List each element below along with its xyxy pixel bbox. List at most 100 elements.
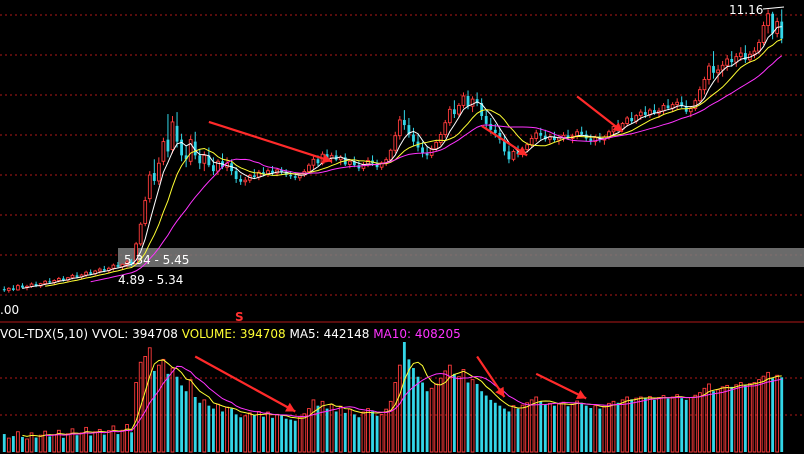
- volume-bar: [648, 395, 652, 453]
- volume-bar: [475, 383, 479, 452]
- candle-body: [156, 162, 161, 182]
- candle-body: [170, 121, 175, 150]
- volume-bar: [252, 414, 256, 452]
- volume-bar: [484, 395, 488, 452]
- candle-body: [21, 285, 24, 288]
- volume-bar: [757, 379, 761, 453]
- candle-body: [452, 109, 456, 115]
- candle-body: [89, 272, 93, 274]
- candle-body: [675, 101, 680, 106]
- kline-chart: [0, 6, 804, 453]
- candle-body: [534, 132, 539, 139]
- price-range-label: 4.89 - 5.34: [118, 273, 184, 287]
- candle-body: [507, 151, 511, 160]
- volume-bar: [297, 416, 302, 453]
- volume-bar: [666, 398, 670, 452]
- volume-bar: [207, 405, 211, 452]
- sell-signal-marker[interactable]: S: [235, 310, 244, 324]
- volume-bar: [334, 411, 338, 452]
- volume-bar: [452, 373, 456, 452]
- volume-bar: [66, 433, 70, 453]
- price-band: [118, 248, 804, 267]
- volume-bar: [38, 434, 43, 453]
- volume-bar: [730, 386, 734, 452]
- candle-body: [393, 135, 398, 151]
- volume-bar: [425, 391, 429, 452]
- candle-body: [434, 141, 439, 150]
- volume-bar: [11, 436, 15, 452]
- candle-body: [580, 131, 584, 135]
- volume-bar: [461, 369, 466, 453]
- volume-bar: [239, 417, 243, 452]
- volume-bar: [70, 428, 75, 453]
- volume-bar: [61, 437, 65, 452]
- vol-ma10-value: 408205: [414, 327, 461, 341]
- volume-bar: [680, 398, 684, 452]
- volume-bar: [457, 376, 461, 453]
- candle-body: [421, 147, 424, 154]
- volume-bar: [234, 414, 238, 452]
- candle-body: [43, 280, 48, 285]
- volume-bar: [775, 374, 780, 453]
- volume-bar: [130, 432, 133, 452]
- volume-bar: [593, 405, 598, 453]
- volume-bar: [502, 408, 506, 452]
- volume-bar: [466, 382, 470, 452]
- candle-body: [202, 154, 207, 164]
- candle-body: [457, 104, 461, 115]
- candle-body: [688, 108, 693, 113]
- candle-body: [638, 111, 643, 117]
- volume-bar: [193, 397, 197, 452]
- volume-bar: [325, 408, 329, 452]
- vol-ma5-value: 442148: [323, 327, 370, 341]
- candle-body: [625, 117, 630, 124]
- volume-bar: [734, 384, 739, 453]
- price-min-label: .00: [0, 303, 20, 317]
- volume-value: 394708: [239, 327, 286, 341]
- volume-bar: [493, 402, 497, 452]
- volume-bar: [75, 435, 79, 452]
- candle-body: [771, 13, 775, 34]
- candle-body: [152, 173, 156, 181]
- arrow-shaft: [194, 355, 296, 413]
- candle-body: [293, 176, 297, 178]
- candle-body: [466, 95, 470, 107]
- candle-body: [75, 275, 79, 277]
- volume-bar: [725, 384, 730, 453]
- volume-bar: [684, 399, 688, 452]
- candle-body: [161, 141, 166, 162]
- candle-body: [2, 289, 6, 291]
- volume-bar: [548, 402, 552, 453]
- candle-body: [447, 108, 452, 124]
- volume-bar: [371, 411, 374, 452]
- candle-body: [443, 122, 448, 135]
- volume-bar: [329, 403, 334, 453]
- arrow-shaft: [208, 120, 332, 163]
- candle-body: [493, 129, 497, 133]
- volume-bar: [552, 405, 556, 452]
- candle-body: [111, 264, 116, 269]
- annotation-arrows: [194, 6, 785, 413]
- vol-indicator-title[interactable]: VOL-TDX(5,10): [0, 327, 88, 341]
- volume-bar: [34, 437, 38, 452]
- volume-bar: [616, 402, 620, 452]
- candle-body: [630, 118, 634, 122]
- volume-bar: [480, 391, 484, 452]
- volume-bar: [284, 418, 288, 452]
- volume-bar: [761, 375, 766, 453]
- volume-bar: [489, 399, 493, 452]
- volume-bar: [116, 434, 120, 452]
- volume-bar: [262, 416, 265, 452]
- price-ma20-line: [90, 55, 783, 283]
- volume-bar: [397, 364, 402, 453]
- volume-bar: [670, 396, 675, 453]
- candle-body: [402, 119, 406, 126]
- volume-bar: [507, 411, 511, 452]
- candle-body: [757, 42, 761, 52]
- band-rect: [118, 248, 804, 267]
- vvol-value: 394708: [132, 327, 178, 341]
- candle-body: [412, 134, 415, 142]
- volume-bar: [584, 405, 588, 452]
- price-band-label: 5.34 - 5.45: [124, 253, 190, 267]
- volume-bar: [52, 434, 57, 453]
